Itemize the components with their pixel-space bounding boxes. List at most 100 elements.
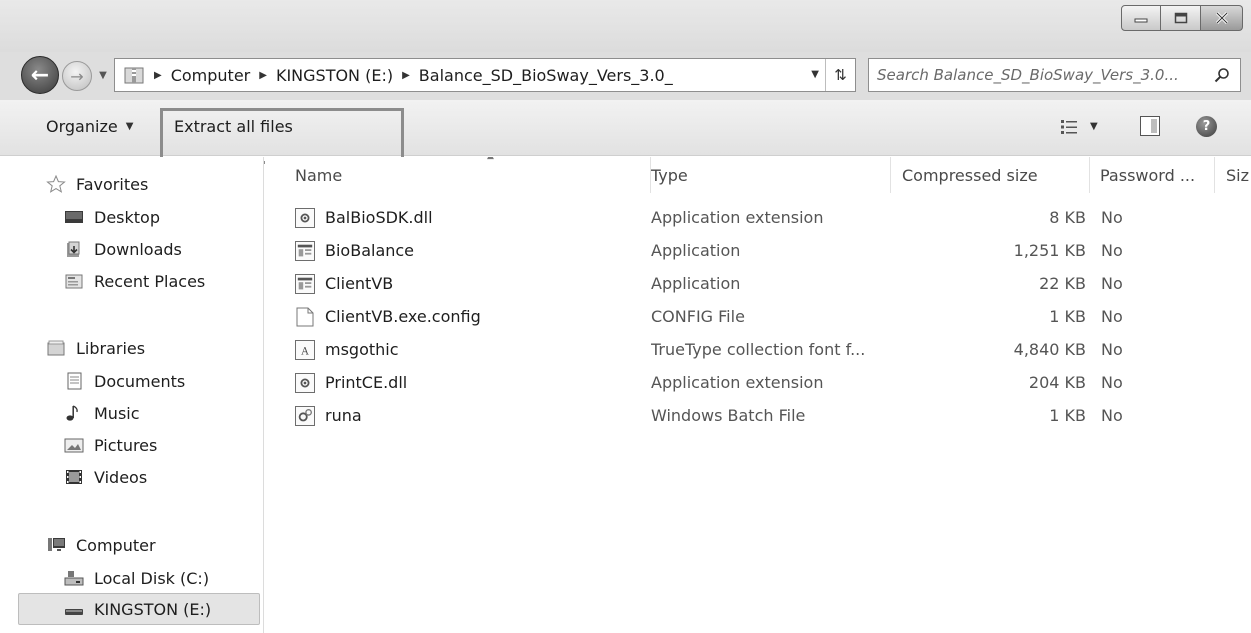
column-header-name[interactable]: Name ▲	[295, 157, 651, 193]
file-row[interactable]: ClientVB.exe.config CONFIG File 1 KB No	[265, 300, 1251, 333]
file-type: Application extension	[651, 208, 824, 227]
extract-all-files-button[interactable]: Extract all files	[174, 117, 293, 136]
nav-downloads[interactable]: Downloads	[64, 236, 182, 262]
breadcrumb-separator-icon[interactable]: ▶	[402, 70, 410, 81]
nav-computer[interactable]: Computer	[46, 532, 156, 558]
application-icon	[295, 273, 315, 294]
nav-pictures[interactable]: Pictures	[64, 432, 157, 458]
dll-file-icon	[295, 372, 315, 393]
maximize-button[interactable]	[1161, 5, 1201, 31]
breadcrumb-kingston[interactable]: KINGSTON (E:)	[276, 66, 393, 85]
column-name-label: Name	[295, 165, 343, 185]
file-password: No	[1101, 373, 1123, 392]
nav-desktop[interactable]: Desktop	[64, 204, 160, 230]
nav-kingston-drive[interactable]: KINGSTON (E:)	[64, 596, 211, 622]
videos-icon	[66, 470, 82, 484]
column-password-label: Password ...	[1100, 165, 1196, 185]
caption-buttons	[1121, 5, 1243, 31]
file-name-cell: A msgothic	[295, 333, 625, 366]
minimize-icon	[1134, 18, 1148, 23]
nav-documents[interactable]: Documents	[64, 368, 185, 394]
search-input[interactable]	[877, 66, 1207, 84]
file-password: No	[1101, 340, 1123, 359]
nav-recent-places-label: Recent Places	[94, 271, 206, 291]
file-type: Application extension	[651, 373, 824, 392]
nav-favorites-label: Favorites	[76, 174, 149, 194]
file-name-cell: ClientVB	[295, 267, 625, 300]
file-password: No	[1101, 274, 1123, 293]
nav-libraries-label: Libraries	[76, 338, 146, 358]
pictures-icon	[64, 438, 84, 453]
breadcrumb-current-folder[interactable]: Balance_SD_BioSway_Vers_3.0_	[419, 66, 673, 85]
file-compressed-size: 1 KB	[1049, 307, 1086, 326]
breadcrumb-separator-icon[interactable]: ▶	[154, 70, 162, 81]
file-compressed-size: 4,840 KB	[1013, 340, 1086, 359]
organize-button[interactable]: Organize ▼	[46, 117, 133, 136]
file-name-cell: BioBalance	[295, 234, 625, 267]
column-type-label: Type	[651, 165, 688, 185]
file-row[interactable]: PrintCE.dll Application extension 204 KB…	[265, 366, 1251, 399]
desktop-icon	[65, 211, 83, 223]
column-header-compressed-size[interactable]: Compressed size	[902, 157, 1090, 193]
column-header-type[interactable]: Type	[651, 157, 891, 193]
breadcrumb-computer[interactable]: Computer	[171, 66, 251, 85]
command-bar: Organize ▼ Extract all files ▼ ?	[0, 100, 1251, 156]
address-bar[interactable]: ▶ Computer ▶ KINGSTON (E:) ▶ Balance_SD_…	[114, 58, 856, 92]
close-button[interactable]	[1201, 5, 1243, 31]
search-icon[interactable]	[1214, 67, 1230, 83]
nav-music[interactable]: Music	[64, 400, 140, 426]
file-password: No	[1101, 208, 1123, 227]
downloads-folder-icon	[67, 241, 80, 257]
music-note-icon	[66, 405, 78, 421]
file-list: Name ▲ Type Compressed size Password ...…	[265, 157, 1251, 633]
file-name-cell: runa	[295, 399, 625, 432]
file-name: BioBalance	[325, 241, 415, 260]
nav-videos[interactable]: Videos	[64, 464, 147, 490]
back-button[interactable]: ←	[21, 56, 59, 94]
file-name: ClientVB.exe.config	[325, 307, 481, 326]
recent-pages-dropdown[interactable]: ▼	[96, 65, 110, 85]
file-row[interactable]: A msgothic TrueType collection font f...…	[265, 333, 1251, 366]
column-size-label: Siz	[1226, 165, 1249, 185]
dll-file-icon	[295, 207, 315, 228]
refresh-button[interactable]: ⇅	[825, 59, 855, 91]
file-row[interactable]: BioBalance Application 1,251 KB No	[265, 234, 1251, 267]
nav-local-disk[interactable]: Local Disk (C:)	[64, 565, 209, 591]
view-dropdown-icon[interactable]: ▼	[1090, 121, 1098, 132]
breadcrumb-separator-icon[interactable]: ▶	[259, 70, 267, 81]
file-name: PrintCE.dll	[325, 373, 408, 392]
nav-recent-places[interactable]: Recent Places	[64, 268, 205, 294]
star-icon	[46, 175, 66, 193]
nav-libraries[interactable]: Libraries	[46, 335, 145, 361]
file-password: No	[1101, 406, 1123, 425]
batch-file-icon	[295, 405, 315, 426]
file-password: No	[1101, 307, 1123, 326]
column-header-password[interactable]: Password ...	[1100, 157, 1215, 193]
file-type: Windows Batch File	[651, 406, 806, 425]
file-row[interactable]: BalBioSDK.dll Application extension 8 KB…	[265, 201, 1251, 234]
nav-downloads-label: Downloads	[94, 239, 182, 259]
nav-music-label: Music	[94, 403, 140, 423]
file-type: Application	[651, 274, 741, 293]
file-row[interactable]: ClientVB Application 22 KB No	[265, 267, 1251, 300]
minimize-button[interactable]	[1121, 5, 1161, 31]
file-name: runa	[325, 406, 362, 425]
nav-documents-label: Documents	[94, 371, 186, 391]
address-dropdown-icon[interactable]: ▼	[811, 69, 819, 80]
nav-favorites[interactable]: Favorites	[46, 171, 148, 197]
sort-ascending-icon: ▲	[487, 157, 494, 161]
organize-label: Organize	[46, 117, 118, 136]
address-row: ← → ▼ ▶ Computer ▶ KINGSTON (E:) ▶ Balan…	[0, 52, 1251, 100]
application-icon	[295, 240, 315, 261]
help-icon[interactable]: ?	[1196, 116, 1217, 137]
search-box[interactable]	[868, 58, 1241, 92]
file-row[interactable]: runa Windows Batch File 1 KB No	[265, 399, 1251, 432]
view-options-icon[interactable]	[1060, 118, 1078, 136]
preview-pane-icon[interactable]	[1140, 116, 1160, 136]
chevron-down-icon: ▼	[125, 121, 134, 132]
file-type: Application	[651, 241, 741, 260]
forward-button[interactable]: →	[62, 61, 92, 91]
column-header-size[interactable]: Siz	[1226, 157, 1251, 193]
column-compressed-size-label: Compressed size	[902, 165, 1038, 185]
file-name: msgothic	[325, 340, 399, 359]
